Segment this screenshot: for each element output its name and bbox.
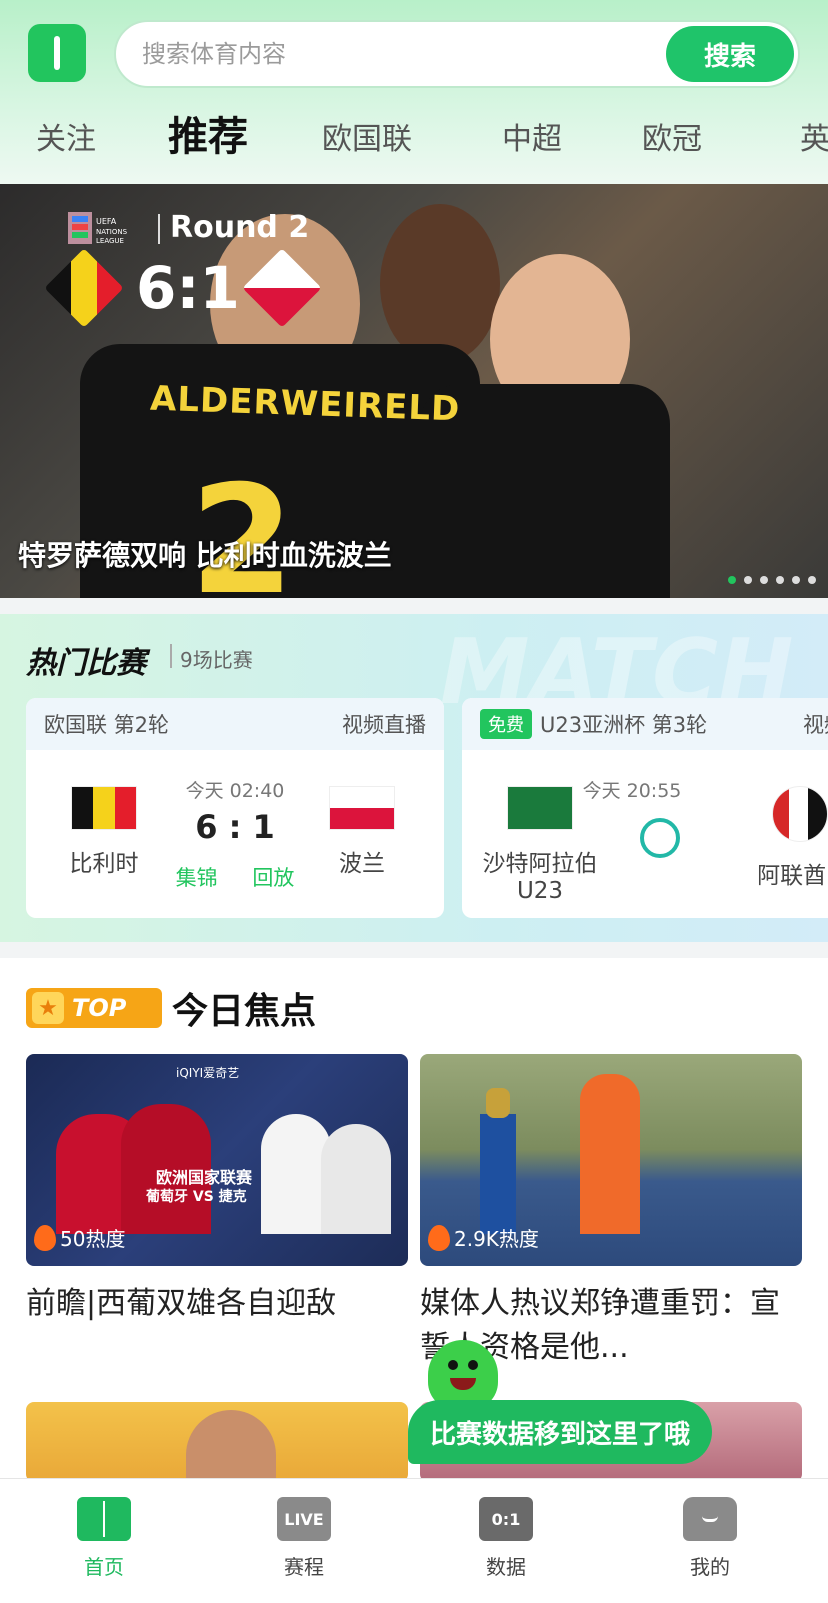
carousel-dot[interactable] xyxy=(760,576,768,584)
player-figure xyxy=(186,1410,276,1482)
category-tabs: 关注 推荐 欧国联 中超 欧冠 英 xyxy=(0,104,828,176)
tab-ucl[interactable]: 欧冠 xyxy=(642,114,702,158)
news-card[interactable]: iQIYI爱奇艺 欧洲国家联赛 葡萄牙 VS 捷克 50热度 前瞻|西葡双雄各自… xyxy=(26,1054,408,1326)
thumbnail-caption: 欧洲国家联赛 xyxy=(156,1168,253,1187)
top-badge-label: TOP xyxy=(72,994,127,1022)
match-competition: 欧国联 第2轮 xyxy=(44,713,170,737)
uae-flag-icon xyxy=(772,786,828,842)
news-thumbnail: 2.9K热度 xyxy=(420,1054,802,1266)
search-input[interactable] xyxy=(142,36,642,72)
free-badge: 免费 xyxy=(480,709,532,739)
carousel-dot[interactable] xyxy=(776,576,784,584)
carousel-dot[interactable] xyxy=(728,576,736,584)
svg-text:NATIONS: NATIONS xyxy=(96,228,128,236)
tab-follow[interactable]: 关注 xyxy=(36,114,96,158)
tab-nations-league[interactable]: 欧国联 xyxy=(322,114,412,158)
tab-csl[interactable]: 中超 xyxy=(502,114,562,158)
away-team-name: 波兰 xyxy=(339,851,385,877)
top-header: 搜索 关注 推荐 欧国联 中超 欧冠 英 xyxy=(0,0,828,184)
flame-icon xyxy=(428,1224,450,1251)
nav-schedule[interactable]: LIVE 赛程 xyxy=(244,1497,364,1580)
nav-data-label: 数据 xyxy=(486,1555,526,1579)
banner-caption: 特罗萨德双响 比利时血洗波兰 xyxy=(18,539,392,572)
nav-profile-label: 我的 xyxy=(690,1555,730,1579)
search-bar[interactable]: 搜索 xyxy=(114,20,800,88)
home-team-name: 沙特阿拉伯U23 xyxy=(482,851,598,904)
match-card[interactable]: 欧国联 第2轮 视频直播 比利时 今天 02:40 6 : 1 集锦 回放 波兰 xyxy=(26,698,444,918)
nav-data[interactable]: 0:1 数据 xyxy=(446,1497,566,1580)
heat-indicator: 50热度 xyxy=(34,1223,125,1252)
away-team-name: 阿联酋U xyxy=(757,863,828,889)
tab-recommend[interactable]: 推荐 xyxy=(168,104,248,162)
match-stream-type: 视频直播 xyxy=(342,713,426,737)
banner-round: Round 2 xyxy=(170,210,310,245)
player-figure xyxy=(580,1074,640,1234)
divider xyxy=(170,644,172,668)
shirt-icon xyxy=(683,1497,737,1541)
live-icon: LIVE xyxy=(277,1497,331,1541)
svg-text:UEFA: UEFA xyxy=(96,217,117,226)
nav-schedule-label: 赛程 xyxy=(284,1555,324,1579)
pitch-icon xyxy=(77,1497,131,1541)
search-button[interactable]: 搜索 xyxy=(666,26,794,82)
match-card-header: 免费 U23亚洲杯 第3轮 视频直 xyxy=(462,698,828,750)
player-head xyxy=(380,204,500,364)
belgium-flag-icon xyxy=(44,248,124,328)
away-team: 阿联酋U xyxy=(730,786,828,890)
carousel-dot[interactable] xyxy=(744,576,752,584)
nav-home-label: 首页 xyxy=(84,1555,124,1579)
news-title: 前瞻|西葡双雄各自迎敌 xyxy=(26,1286,337,1321)
mascot-eye xyxy=(448,1360,458,1370)
carousel-dot[interactable] xyxy=(808,576,816,584)
alarm-clock-icon[interactable] xyxy=(640,818,680,858)
poland-flag-icon xyxy=(329,786,395,830)
match-competition: U23亚洲杯 第3轮 xyxy=(540,713,708,737)
carousel-dot[interactable] xyxy=(792,576,800,584)
news-thumbnail: iQIYI爱奇艺 欧洲国家联赛 葡萄牙 VS 捷克 50热度 xyxy=(26,1054,408,1266)
player-figure xyxy=(321,1124,391,1234)
flame-icon xyxy=(34,1224,56,1251)
trophy-stand xyxy=(480,1114,516,1234)
highlights-link[interactable]: 集锦 xyxy=(176,866,218,890)
jersey-number: 2 xyxy=(190,454,295,598)
hint-toast[interactable]: 比赛数据移到这里了哦 xyxy=(408,1400,713,1464)
nations-league-logo: UEFA NATIONS LEAGUE xyxy=(68,212,128,245)
thumbnail-teams: 葡萄牙 VS 捷克 xyxy=(146,1189,247,1205)
top-badge: ★ TOP xyxy=(26,988,162,1028)
trophy-icon xyxy=(486,1088,510,1118)
away-team: 波兰 xyxy=(302,786,422,878)
nav-profile[interactable]: 我的 xyxy=(650,1497,770,1580)
star-icon: ★ xyxy=(32,992,64,1024)
mascot-mouth xyxy=(450,1378,476,1390)
heat-indicator: 2.9K热度 xyxy=(428,1223,539,1252)
tab-epl[interactable]: 英 xyxy=(800,114,828,158)
hot-matches-section: MATCH 热门比赛 9场比赛 欧国联 第2轮 视频直播 比利时 今天 02:4… xyxy=(0,614,828,942)
nav-home[interactable]: 首页 xyxy=(44,1497,164,1580)
heat-value: 2.9K热度 xyxy=(454,1227,539,1251)
news-card[interactable]: 2.9K热度 媒体人热议郑铮遭重罚：宣誓人资格是他... xyxy=(420,1054,802,1370)
banner-score: 6:1 xyxy=(136,254,240,322)
brand-text: iQIYI爱奇艺 xyxy=(176,1066,240,1080)
bottom-navigation: 首页 LIVE 赛程 0:1 数据 我的 xyxy=(0,1478,828,1603)
svg-text:LEAGUE: LEAGUE xyxy=(96,237,124,245)
match-card-header: 欧国联 第2轮 视频直播 xyxy=(26,698,444,750)
news-card[interactable] xyxy=(26,1402,408,1482)
match-card[interactable]: 免费 U23亚洲杯 第3轮 视频直 沙特阿拉伯U23 今天 20:55 阿联酋U xyxy=(462,698,828,918)
scoreboard-icon: 0:1 xyxy=(479,1497,533,1541)
carousel-dots xyxy=(728,576,816,584)
match-stream-type: 视频直 xyxy=(803,713,828,737)
hot-matches-title: 热门比赛 xyxy=(26,646,146,681)
divider xyxy=(158,214,160,244)
replay-link[interactable]: 回放 xyxy=(252,866,294,890)
hero-banner[interactable]: ALDERWEIRELD 2 UEFA NATIONS LEAGUE Round… xyxy=(0,184,828,598)
heat-value: 50热度 xyxy=(60,1227,126,1251)
today-focus-section: ★ TOP 今日焦点 iQIYI爱奇艺 欧洲国家联赛 葡萄牙 VS 捷克 50热… xyxy=(0,958,828,1482)
hot-matches-count[interactable]: 9场比赛 xyxy=(180,644,253,673)
focus-title: 今日焦点 xyxy=(172,991,317,1032)
app-logo[interactable] xyxy=(28,24,86,82)
home-team: 沙特阿拉伯U23 xyxy=(470,786,610,904)
mascot-eye xyxy=(468,1360,478,1370)
